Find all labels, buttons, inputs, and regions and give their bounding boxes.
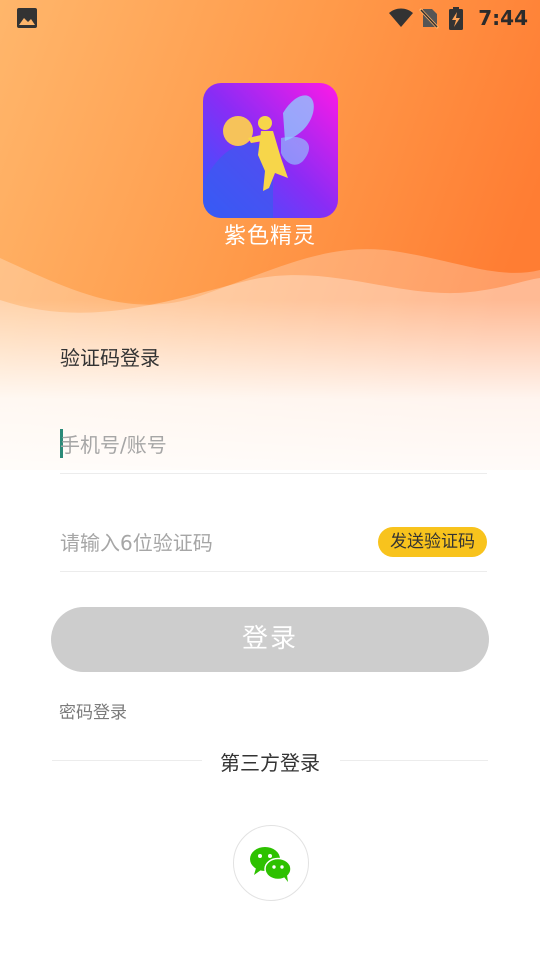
- form-title: 验证码登录: [60, 346, 160, 370]
- battery-charging-icon: [448, 7, 470, 30]
- password-login-link[interactable]: 密码登录: [59, 698, 127, 723]
- wifi-icon: [388, 7, 414, 29]
- code-field: 发送验证码: [60, 516, 487, 572]
- phone-input[interactable]: [60, 418, 360, 472]
- wechat-login-button[interactable]: [233, 825, 309, 901]
- image-icon: [16, 7, 38, 29]
- login-button[interactable]: 登录: [51, 607, 489, 672]
- fairy-logo-icon: [203, 83, 338, 218]
- status-bar: 7:44: [0, 0, 540, 36]
- app-name: 紫色精灵: [223, 224, 316, 249]
- status-time: 7:44: [478, 6, 528, 30]
- phone-field: [60, 418, 487, 474]
- wechat-icon: [250, 847, 292, 882]
- third-party-title: 第三方登录: [220, 751, 320, 775]
- no-sim-icon: [418, 7, 440, 30]
- code-input[interactable]: [60, 516, 360, 570]
- send-code-button[interactable]: 发送验证码: [378, 527, 487, 557]
